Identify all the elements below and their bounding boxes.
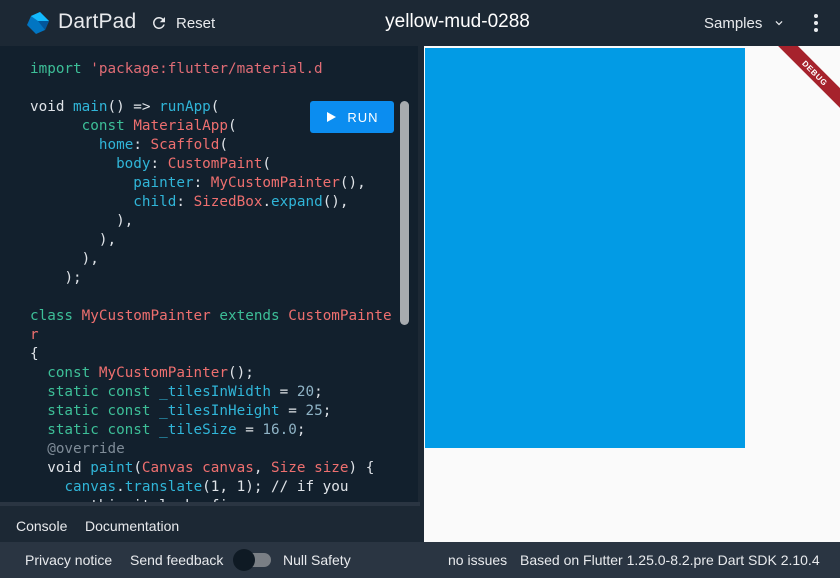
samples-dropdown[interactable]: Samples [704,11,786,35]
editor-scrollbar-thumb[interactable] [400,101,409,325]
code-line[interactable]: ), [30,231,396,250]
run-label: RUN [347,109,379,125]
status-bar: Privacy notice Send feedback Null Safety… [0,542,840,578]
code-line[interactable]: ), [30,212,396,231]
play-icon [327,112,337,122]
samples-label: Samples [704,14,763,32]
debug-label: DEBUG [800,58,830,88]
chevron-down-icon [775,21,783,26]
painted-rectangle [425,48,745,448]
code-line[interactable]: const MyCustomPainter(); [30,364,396,383]
code-line[interactable]: home: Scaffold( [30,136,396,155]
code-line[interactable]: static const _tileSize = 16.0; [30,421,396,440]
code-line[interactable]: static const _tilesInWidth = 20; [30,383,396,402]
code-line[interactable]: canvas.translate(1, 1); // if you [30,478,396,497]
code-line[interactable]: class MyCustomPainter extends CustomPain… [30,307,396,345]
code-line[interactable]: painter: MyCustomPainter(), [30,174,396,193]
code-line[interactable]: static const _tilesInHeight = 25; [30,402,396,421]
refresh-icon [152,16,165,29]
code-line[interactable]: @override [30,440,396,459]
tab-documentation[interactable]: Documentation [85,518,179,534]
privacy-notice-link[interactable]: Privacy notice [25,552,112,568]
code-line[interactable]: { [30,345,396,364]
code-line[interactable]: import 'package:flutter/material.d [30,60,396,79]
code-line[interactable] [30,79,396,98]
app-header: DartPad Reset yellow-mud-0288 Samples [0,0,840,46]
code-line[interactable]: ); [30,269,396,288]
toggle-knob [233,549,255,571]
send-feedback-link[interactable]: Send feedback [130,552,223,568]
sdk-version: Based on Flutter 1.25.0-8.2.pre Dart SDK… [520,552,820,568]
console-tabs: Console Documentation [0,502,420,542]
code-line[interactable]: child: SizedBox.expand(), [30,193,396,212]
code-line[interactable] [30,288,396,307]
code-editor[interactable]: import 'package:flutter/material.d void … [0,46,420,502]
more-vert-icon[interactable] [806,11,826,35]
reset-button[interactable]: Reset [150,11,215,35]
null-safety-label: Null Safety [283,552,351,568]
code-line[interactable]: body: CustomPaint( [30,155,396,174]
code-line[interactable]: void paint(Canvas canvas, Size size) { [30,459,396,478]
run-button[interactable]: RUN [310,101,394,133]
dart-logo-icon [27,12,49,34]
null-safety-toggle[interactable] [233,549,273,571]
reset-label: Reset [176,14,216,32]
code-line[interactable]: ), [30,250,396,269]
output-preview: DEBUG [424,46,840,542]
brand-name[interactable]: DartPad [58,10,136,34]
tab-console[interactable]: Console [16,518,67,534]
debug-banner: DEBUG [771,46,840,117]
issues-status: no issues [448,552,508,568]
